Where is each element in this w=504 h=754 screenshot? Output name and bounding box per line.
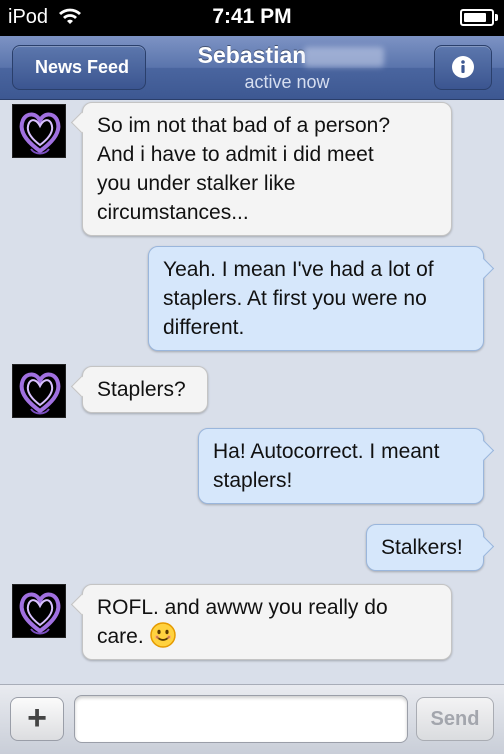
status-time: 7:41 PM [212, 5, 292, 28]
message-line: ROFL. and awww you really do [97, 596, 388, 619]
nav-bar: News Feed Sebastian active now [0, 36, 504, 100]
message-line: And i have to admit i did meet [97, 143, 374, 166]
message-line: Staplers? [97, 378, 186, 401]
add-attachment-button[interactable]: + [10, 697, 64, 741]
message-bubble-incoming[interactable]: Staplers? [82, 366, 208, 413]
message-bubble-outgoing[interactable]: Ha! Autocorrect. I meant staplers! [198, 428, 484, 504]
message-bubble-outgoing[interactable]: Stalkers! [366, 524, 484, 571]
message-line: staplers. At first you were no [163, 287, 427, 310]
info-icon [452, 56, 474, 78]
message-list[interactable]: So im not that bad of a person? And i ha… [0, 100, 504, 684]
message-line-with-emoji: care. [97, 622, 437, 651]
smiley-icon [149, 622, 176, 648]
heart-avatar-image [19, 372, 61, 415]
contact-avatar[interactable] [12, 584, 66, 638]
message-line: Stalkers! [381, 536, 463, 559]
message-line: Ha! Autocorrect. I meant [213, 440, 440, 463]
contact-avatar[interactable] [12, 104, 66, 158]
message-bubble-incoming[interactable]: ROFL. and awww you really do care. [82, 584, 452, 660]
message-line: So im not that bad of a person? [97, 114, 391, 137]
message-line: circumstances... [97, 201, 249, 224]
status-bar: iPod 7:41 PM [0, 0, 504, 36]
redacted-surname [304, 47, 384, 67]
message-line: you under stalker like [97, 172, 296, 195]
presence-status: active now [244, 72, 330, 92]
back-button-label: News Feed [35, 57, 130, 77]
message-bubble-incoming[interactable]: So im not that bad of a person? And i ha… [82, 102, 452, 236]
contact-avatar[interactable] [12, 364, 66, 418]
message-input[interactable] [74, 695, 408, 743]
send-button[interactable]: Send [416, 697, 494, 741]
message-line: different. [163, 316, 245, 339]
battery-icon [460, 9, 498, 26]
compose-bar: + Send [0, 684, 504, 754]
message-line: Yeah. I mean I've had a lot of [163, 258, 434, 281]
back-button[interactable]: News Feed [12, 45, 146, 90]
heart-avatar-image [19, 592, 61, 635]
message-line: staplers! [213, 469, 293, 492]
battery-level [464, 13, 487, 22]
heart-avatar-image [19, 112, 61, 155]
info-button[interactable] [434, 45, 492, 90]
message-line: care. [97, 625, 144, 648]
message-bubble-outgoing[interactable]: Yeah. I mean I've had a lot of staplers.… [148, 246, 484, 351]
